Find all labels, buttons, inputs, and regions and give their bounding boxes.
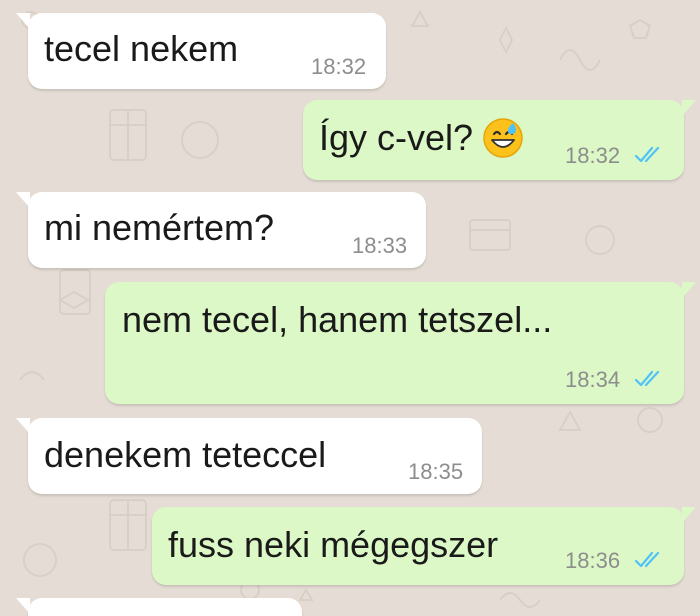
bubble-tail xyxy=(682,282,696,298)
bubble-tail xyxy=(682,507,696,523)
message-timestamp: 18:35 xyxy=(408,459,464,484)
bubble-tail xyxy=(682,100,696,116)
message-outgoing[interactable]: nem tecel, hanem tetszel... 18:34 xyxy=(105,282,696,404)
message-text: mi nemértem? xyxy=(44,207,275,248)
grinning-face-with-sweat-emoji xyxy=(483,118,523,158)
message-text: nem tecel, hanem tetszel... xyxy=(122,299,553,340)
bubble-tail xyxy=(16,192,30,208)
message-text: Így c-vel? xyxy=(319,117,474,158)
chat-window[interactable]: tecel nekem 18:32 Így c-vel? 18:32 mi ne… xyxy=(0,0,700,616)
message-incoming[interactable]: tecel nekem 18:32 xyxy=(16,13,386,89)
message-timestamp: 18:32 xyxy=(565,143,621,168)
message-incoming[interactable]: mi nemértem? 18:33 xyxy=(16,192,426,268)
double-check-icon xyxy=(635,146,660,163)
bubble-tail xyxy=(16,13,30,29)
bubble-tail xyxy=(16,598,30,614)
message-incoming[interactable]: denekem teteccel 18:35 xyxy=(16,418,482,494)
message-incoming-partial[interactable] xyxy=(16,598,302,616)
double-check-icon xyxy=(635,551,660,568)
message-text: denekem teteccel xyxy=(44,434,327,475)
bubble-tail xyxy=(16,418,30,434)
message-outgoing[interactable]: fuss neki mégegszer 18:36 xyxy=(152,507,696,585)
message-text: fuss neki mégegszer xyxy=(168,524,499,565)
message-timestamp: 18:36 xyxy=(565,548,621,573)
message-text: tecel nekem xyxy=(44,28,239,69)
message-timestamp: 18:34 xyxy=(565,367,621,392)
message-timestamp: 18:32 xyxy=(311,54,367,79)
message-outgoing[interactable]: Így c-vel? 18:32 xyxy=(303,100,696,180)
message-timestamp: 18:33 xyxy=(352,233,408,258)
double-check-icon xyxy=(635,370,660,387)
